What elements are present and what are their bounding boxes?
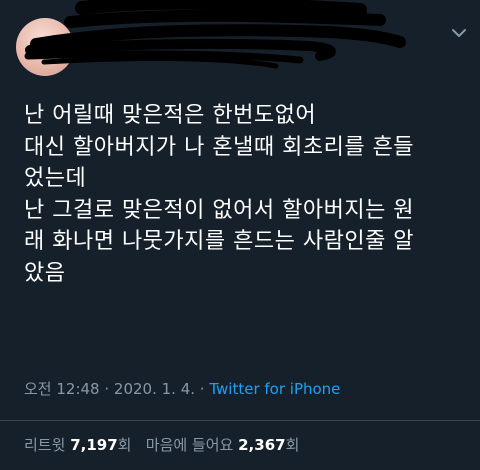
tweet-text: 난 어릴때 맞은적은 한번도없어 대신 할아버지가 나 혼낼때 회초리를 흔들 …: [24, 100, 464, 289]
tweet-line: 었는데: [24, 166, 87, 191]
retweets-stat[interactable]: 리트윗 7,197회: [24, 436, 131, 454]
like-label: 마음에 들어요: [145, 436, 234, 454]
meta-separator: ·: [99, 380, 114, 398]
tweet-header: [0, 0, 480, 90]
redaction-scribble: [24, 0, 406, 69]
tweet-line: 래 화나면 나뭇가지를 흔드는 사람인줄 알: [24, 229, 415, 254]
like-unit: 회: [285, 436, 300, 454]
chevron-down-icon[interactable]: [450, 26, 468, 40]
tweet-date[interactable]: 2020. 1. 4.: [114, 380, 195, 398]
retweet-unit: 회: [117, 436, 132, 454]
retweet-count: 7,197: [70, 436, 118, 454]
divider: [0, 420, 480, 421]
tweet-line: 대신 할아버지가 나 혼낼때 회초리를 흔들: [24, 134, 415, 160]
retweet-label: 리트윗: [24, 436, 66, 454]
tweet-source-link[interactable]: Twitter for iPhone: [209, 380, 340, 398]
tweet-meta: 오전 12:48 · 2020. 1. 4. · Twitter for iPh…: [24, 378, 340, 399]
tweet-line: 난 어릴때 맞은적은 한번도없어: [24, 103, 317, 128]
tweet-line: 난 그걸로 맞은적이 없어서 할아버지는 원: [24, 197, 415, 223]
likes-stat[interactable]: 마음에 들어요 2,367회: [146, 436, 300, 454]
tweet-time[interactable]: 오전 12:48: [24, 380, 100, 398]
tweet-stats: 리트윗 7,197회 마음에 들어요 2,367회: [24, 434, 299, 455]
meta-separator: ·: [195, 380, 210, 398]
tweet-line: 았음: [24, 260, 66, 286]
like-count: 2,367: [238, 436, 286, 454]
